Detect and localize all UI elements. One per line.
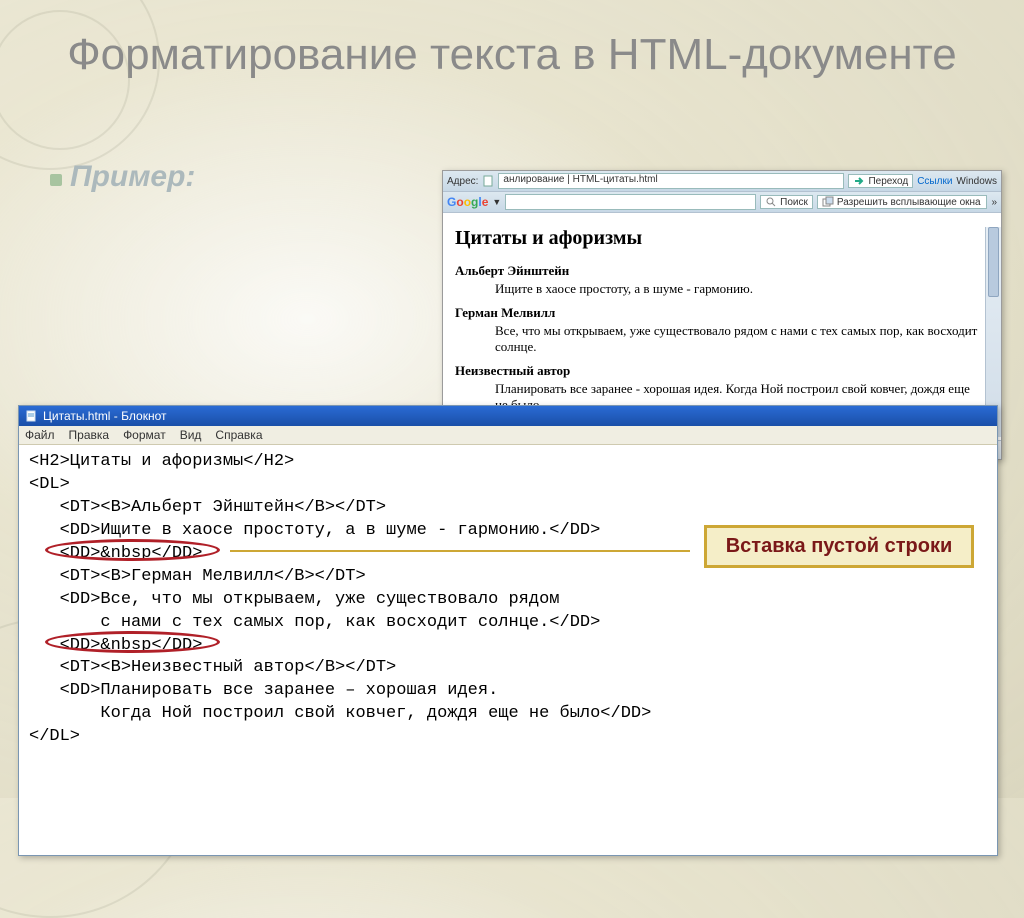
menu-file[interactable]: Файл [25,428,55,442]
search-button[interactable]: Поиск [760,195,813,209]
notepad-titlebar: Цитаты.html - Блокнот [19,406,997,426]
page-heading: Цитаты и афоризмы [455,227,979,250]
author-name: Неизвестный автор [455,363,979,379]
callout-text: Вставка пустой строки [726,535,953,557]
popup-blocker-button[interactable]: Разрешить всплывающие окна [817,195,988,209]
go-arrow-icon [853,175,865,187]
code-line: <DT><B>Неизвестный автор</B></DT> [29,657,987,680]
code-line: <DD>Планировать все заранее – хорошая ид… [29,680,987,703]
notepad-code-area[interactable]: <H2>Цитаты и афоризмы</H2><DL> <DT><B>Ал… [19,445,997,855]
author-quote: Ищите в хаосе простоту, а в шуме - гармо… [495,281,979,297]
code-line: </DL> [29,726,987,749]
scrollbar-thumb[interactable] [988,227,999,297]
chevron-down-icon[interactable]: ▼ [492,197,501,207]
google-toolbar: Google ▼ Поиск Разрешить всплывающие окн… [443,192,1001,213]
code-line: <DD>Все, что мы открываем, уже существов… [29,589,987,612]
slide-title: Форматирование текста в HTML-документе [60,30,964,81]
code-line: <DT><B>Альберт Эйнштейн</B></DT> [29,497,987,520]
links-label[interactable]: Ссылки [917,176,952,187]
code-line: <DD>&nbsp</DD> [29,635,987,658]
toolbar-chevron-icon[interactable]: » [991,197,997,208]
notepad-title: Цитаты.html - Блокнот [43,409,166,423]
search-icon [765,196,777,208]
author-quote: Все, что мы открываем, уже существовало … [495,323,979,355]
author-name: Герман Мелвилл [455,305,979,321]
code-line: с нами с тех самых пор, как восходит сол… [29,612,987,635]
example-label: Пример: [70,160,195,194]
browser-address-row: Адрес: анлирование | HTML-цитаты.html Пе… [443,171,1001,192]
windows-label[interactable]: Windows [956,176,997,187]
google-logo[interactable]: Google [447,195,488,209]
notepad-icon [25,410,37,422]
page-icon [482,175,494,187]
code-line: Когда Ной построил свой ковчег, дождя ещ… [29,703,987,726]
google-search-input[interactable] [505,194,756,210]
code-line: <H2>Цитаты и афоризмы</H2> [29,451,987,474]
menu-view[interactable]: Вид [180,428,202,442]
notepad-window: Цитаты.html - Блокнот Файл Правка Формат… [18,405,998,856]
callout-leader-line [230,550,690,552]
author-name: Альберт Эйнштейн [455,263,979,279]
notepad-menubar: Файл Правка Формат Вид Справка [19,426,997,445]
address-label: Адрес: [447,176,478,187]
popup-icon [822,196,834,208]
address-bar[interactable]: анлирование | HTML-цитаты.html [498,173,844,189]
menu-format[interactable]: Формат [123,428,166,442]
callout-box: Вставка пустой строки [704,525,974,568]
go-button[interactable]: Переход [848,174,913,188]
menu-help[interactable]: Справка [215,428,262,442]
menu-edit[interactable]: Правка [69,428,110,442]
code-line: <DL> [29,474,987,497]
definition-list: Альберт Эйнштейн Ищите в хаосе простоту,… [455,263,979,413]
bullet-icon [50,174,62,186]
code-line: <DT><B>Герман Мелвилл</B></DT> [29,566,987,589]
